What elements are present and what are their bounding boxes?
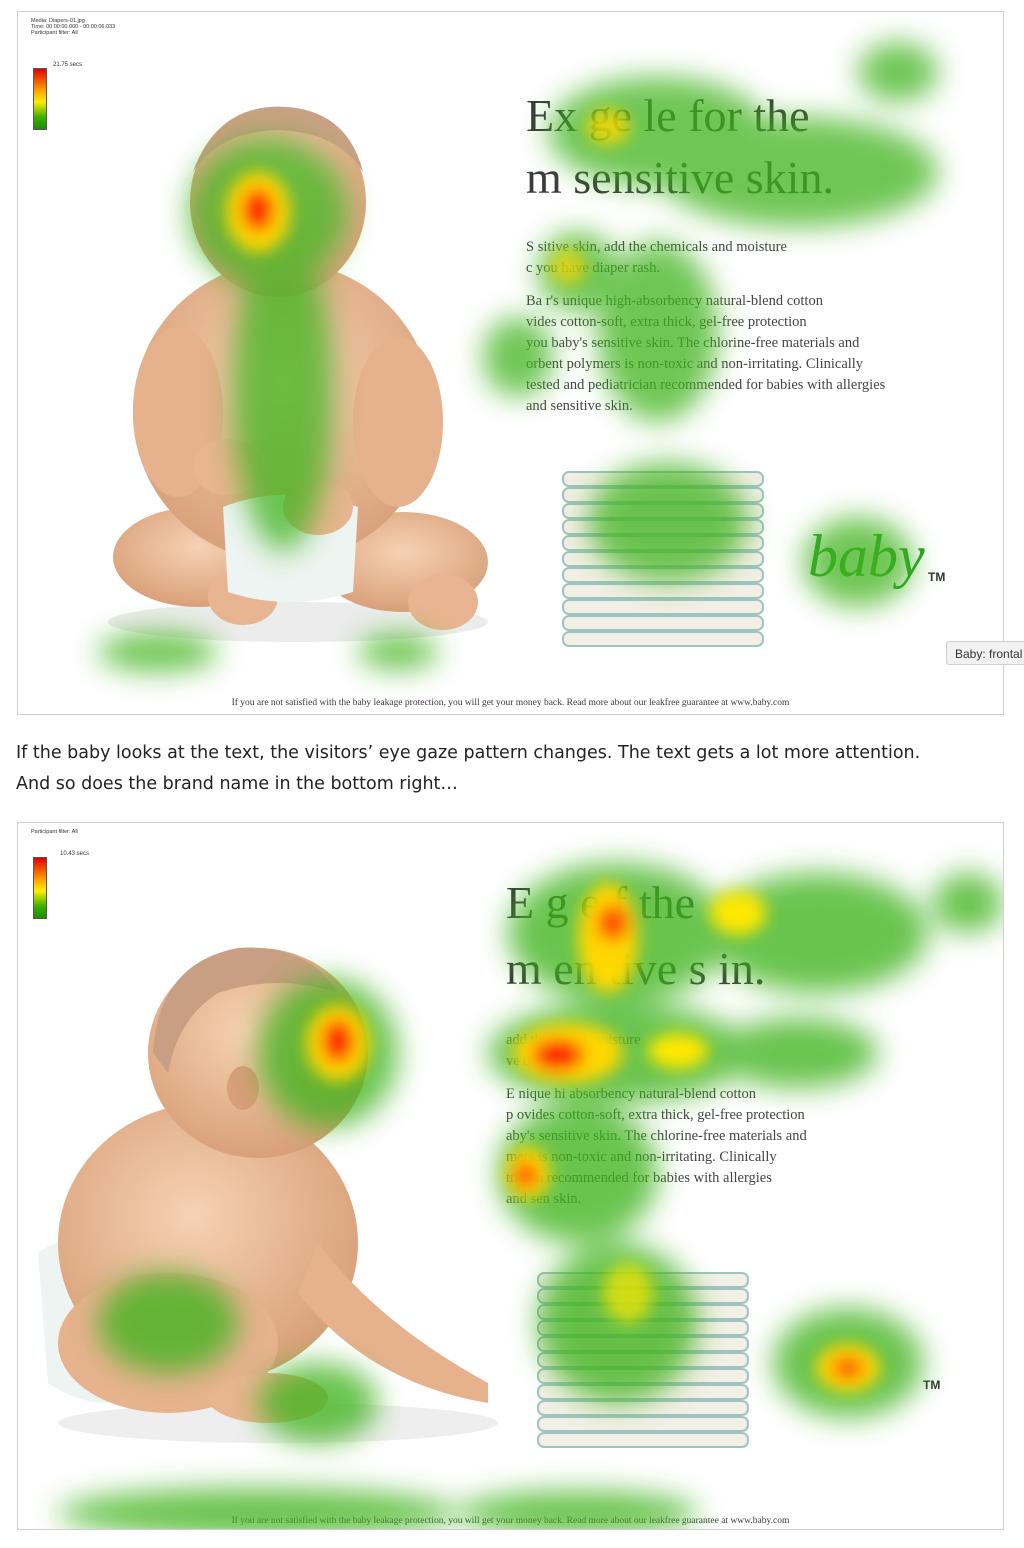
- caption-line-2: And so does the brand name in the bottom…: [16, 774, 458, 794]
- diaper-stack-image: [562, 471, 764, 647]
- ad-footer-guarantee: If you are not satisfied with the baby l…: [231, 1516, 790, 1526]
- hover-tooltip: Baby: frontal: [946, 641, 1024, 665]
- heatmap-image-baby-frontal: Media: Diapers-01.jpg Time: 00:00:00.000…: [17, 11, 1004, 715]
- trademark-symbol: TM: [923, 1378, 941, 1392]
- heatmap-image-baby-profile: Participant filter: All 10.43 secs E g e…: [17, 822, 1004, 1530]
- trademark-symbol: TM: [928, 570, 946, 584]
- ad-footer-guarantee: If you are not satisfied with the baby l…: [231, 698, 790, 708]
- brand-logo: baby: [808, 523, 925, 589]
- caption-line-1: If the baby looks at the text, the visit…: [16, 743, 921, 763]
- article-caption: If the baby looks at the text, the visit…: [16, 738, 1006, 800]
- diaper-stack-image: [537, 1272, 749, 1448]
